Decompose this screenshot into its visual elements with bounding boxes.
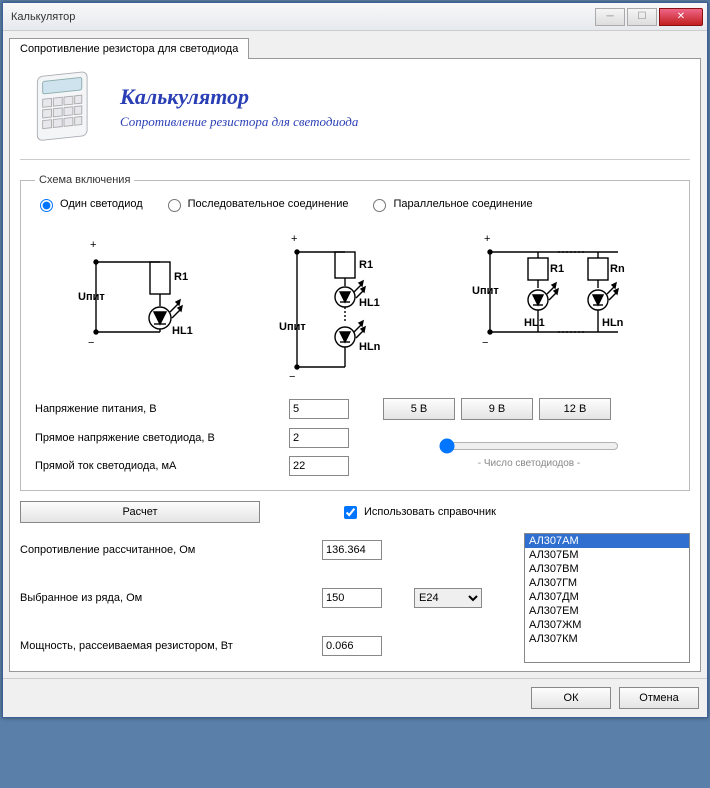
window-body: Сопротивление резистора для светодиода bbox=[3, 31, 707, 678]
radio-single[interactable]: Один светодиод bbox=[35, 196, 143, 212]
svg-text:HL1: HL1 bbox=[172, 325, 193, 337]
diagram-series: + − Uпит R1 bbox=[275, 222, 395, 382]
reference-listbox[interactable]: АЛ307АМАЛ307БМАЛ307ВМАЛ307ГМАЛ307ДМАЛ307… bbox=[524, 533, 690, 663]
supply-voltage-input[interactable] bbox=[289, 399, 349, 419]
header-text: Калькулятор Сопротивление резистора для … bbox=[120, 84, 358, 130]
svg-text:−: − bbox=[289, 371, 295, 382]
window-title: Калькулятор bbox=[11, 11, 593, 23]
forward-voltage-label: Прямое напряжение светодиода, В bbox=[35, 432, 275, 444]
svg-text:Uпит: Uпит bbox=[472, 285, 499, 297]
supply-voltage-label: Напряжение питания, В bbox=[35, 403, 275, 415]
list-item[interactable]: АЛ307ВМ bbox=[525, 562, 689, 576]
svg-text:HLn: HLn bbox=[602, 317, 624, 329]
footer: ОК Отмена bbox=[3, 678, 707, 717]
r-calc-label: Сопротивление рассчитанное, Ом bbox=[20, 544, 310, 556]
titlebar: Калькулятор ─ ☐ ✕ bbox=[3, 3, 707, 31]
forward-current-label: Прямой ток светодиода, мА bbox=[35, 460, 275, 472]
list-item[interactable]: АЛ307АМ bbox=[525, 534, 689, 548]
scheme-legend: Схема включения bbox=[35, 174, 134, 186]
main-panel: Калькулятор Сопротивление резистора для … bbox=[9, 59, 701, 672]
radio-parallel-input[interactable] bbox=[373, 199, 386, 212]
led-count-group: - Число светодиодов - bbox=[383, 436, 675, 469]
power-output[interactable] bbox=[322, 636, 382, 656]
series-select[interactable]: E24 bbox=[414, 588, 482, 608]
preset-12v-button[interactable]: 12 В bbox=[539, 398, 611, 420]
r-calc-output[interactable] bbox=[322, 540, 382, 560]
svg-text:Uпит: Uпит bbox=[279, 321, 306, 333]
svg-text:R1: R1 bbox=[359, 259, 373, 271]
radio-series[interactable]: Последовательное соединение bbox=[163, 196, 349, 212]
forward-voltage-input[interactable] bbox=[289, 428, 349, 448]
use-reference-input[interactable] bbox=[344, 506, 357, 519]
radio-parallel[interactable]: Параллельное соединение bbox=[368, 196, 532, 212]
results-row: Сопротивление рассчитанное, Ом Выбранное… bbox=[20, 533, 690, 663]
list-item[interactable]: АЛ307ЖМ bbox=[525, 618, 689, 632]
inputs-grid: Напряжение питания, В 5 В 9 В 12 В Прямо… bbox=[35, 398, 675, 476]
titlebar-buttons: ─ ☐ ✕ bbox=[593, 8, 703, 26]
led-count-label: - Число светодиодов - bbox=[478, 458, 580, 469]
scheme-radios: Один светодиод Последовательное соединен… bbox=[35, 196, 675, 212]
svg-text:+: + bbox=[484, 233, 490, 245]
svg-text:−: − bbox=[482, 337, 488, 349]
preset-5v-button[interactable]: 5 В bbox=[383, 398, 455, 420]
maximize-button[interactable]: ☐ bbox=[627, 8, 657, 26]
tab-resistor-calc[interactable]: Сопротивление резистора для светодиода bbox=[9, 38, 249, 59]
page-subtitle: Сопротивление резистора для светодиода bbox=[120, 114, 358, 130]
svg-text:Uпит: Uпит bbox=[78, 291, 105, 303]
radio-single-input[interactable] bbox=[40, 199, 53, 212]
r-series-label: Выбранное из ряда, Ом bbox=[20, 592, 310, 604]
cancel-button[interactable]: Отмена bbox=[619, 687, 699, 709]
diagram-single: + − Uпит R1 bbox=[72, 222, 202, 352]
list-item[interactable]: АЛ307ЕМ bbox=[525, 604, 689, 618]
power-label: Мощность, рассеиваемая резистором, Вт bbox=[20, 640, 310, 652]
list-item[interactable]: АЛ307КМ bbox=[525, 632, 689, 646]
svg-text:−: − bbox=[88, 337, 94, 349]
preset-9v-button[interactable]: 9 В bbox=[461, 398, 533, 420]
svg-text:HL1: HL1 bbox=[359, 297, 380, 309]
calculate-button[interactable]: Расчет bbox=[20, 501, 260, 523]
header: Калькулятор Сопротивление резистора для … bbox=[20, 63, 690, 160]
svg-text:R1: R1 bbox=[550, 263, 564, 275]
scheme-fieldset: Схема включения Один светодиод Последова… bbox=[20, 174, 690, 491]
diagrams-row: + − Uпит R1 bbox=[35, 222, 675, 382]
minimize-button[interactable]: ─ bbox=[595, 8, 625, 26]
list-item[interactable]: АЛ307БМ bbox=[525, 548, 689, 562]
svg-text:HLn: HLn bbox=[359, 341, 381, 353]
diagram-parallel: + − Uпит R1 bbox=[468, 222, 638, 352]
list-item[interactable]: АЛ307ГМ bbox=[525, 576, 689, 590]
ok-button[interactable]: ОК bbox=[531, 687, 611, 709]
svg-text:R1: R1 bbox=[174, 271, 188, 283]
calculator-icon bbox=[24, 67, 104, 147]
app-window: Калькулятор ─ ☐ ✕ Сопротивление резистор… bbox=[2, 2, 708, 718]
results-left: Сопротивление рассчитанное, Ом Выбранное… bbox=[20, 533, 494, 663]
close-button[interactable]: ✕ bbox=[659, 8, 703, 26]
svg-text:Rn: Rn bbox=[610, 263, 625, 275]
use-reference-checkbox[interactable]: Использовать справочник bbox=[340, 503, 496, 522]
svg-text:+: + bbox=[90, 239, 96, 251]
svg-text:HL1: HL1 bbox=[524, 317, 545, 329]
radio-series-input[interactable] bbox=[168, 199, 181, 212]
forward-current-input[interactable] bbox=[289, 456, 349, 476]
voltage-presets: 5 В 9 В 12 В bbox=[383, 398, 675, 420]
list-item[interactable]: АЛ307ДМ bbox=[525, 590, 689, 604]
page-title: Калькулятор bbox=[120, 84, 358, 110]
svg-text:+: + bbox=[291, 233, 297, 245]
r-series-output[interactable] bbox=[322, 588, 382, 608]
tab-strip: Сопротивление резистора для светодиода bbox=[9, 37, 701, 59]
mid-row: Расчет Использовать справочник bbox=[20, 501, 690, 523]
led-count-slider[interactable] bbox=[439, 438, 619, 454]
